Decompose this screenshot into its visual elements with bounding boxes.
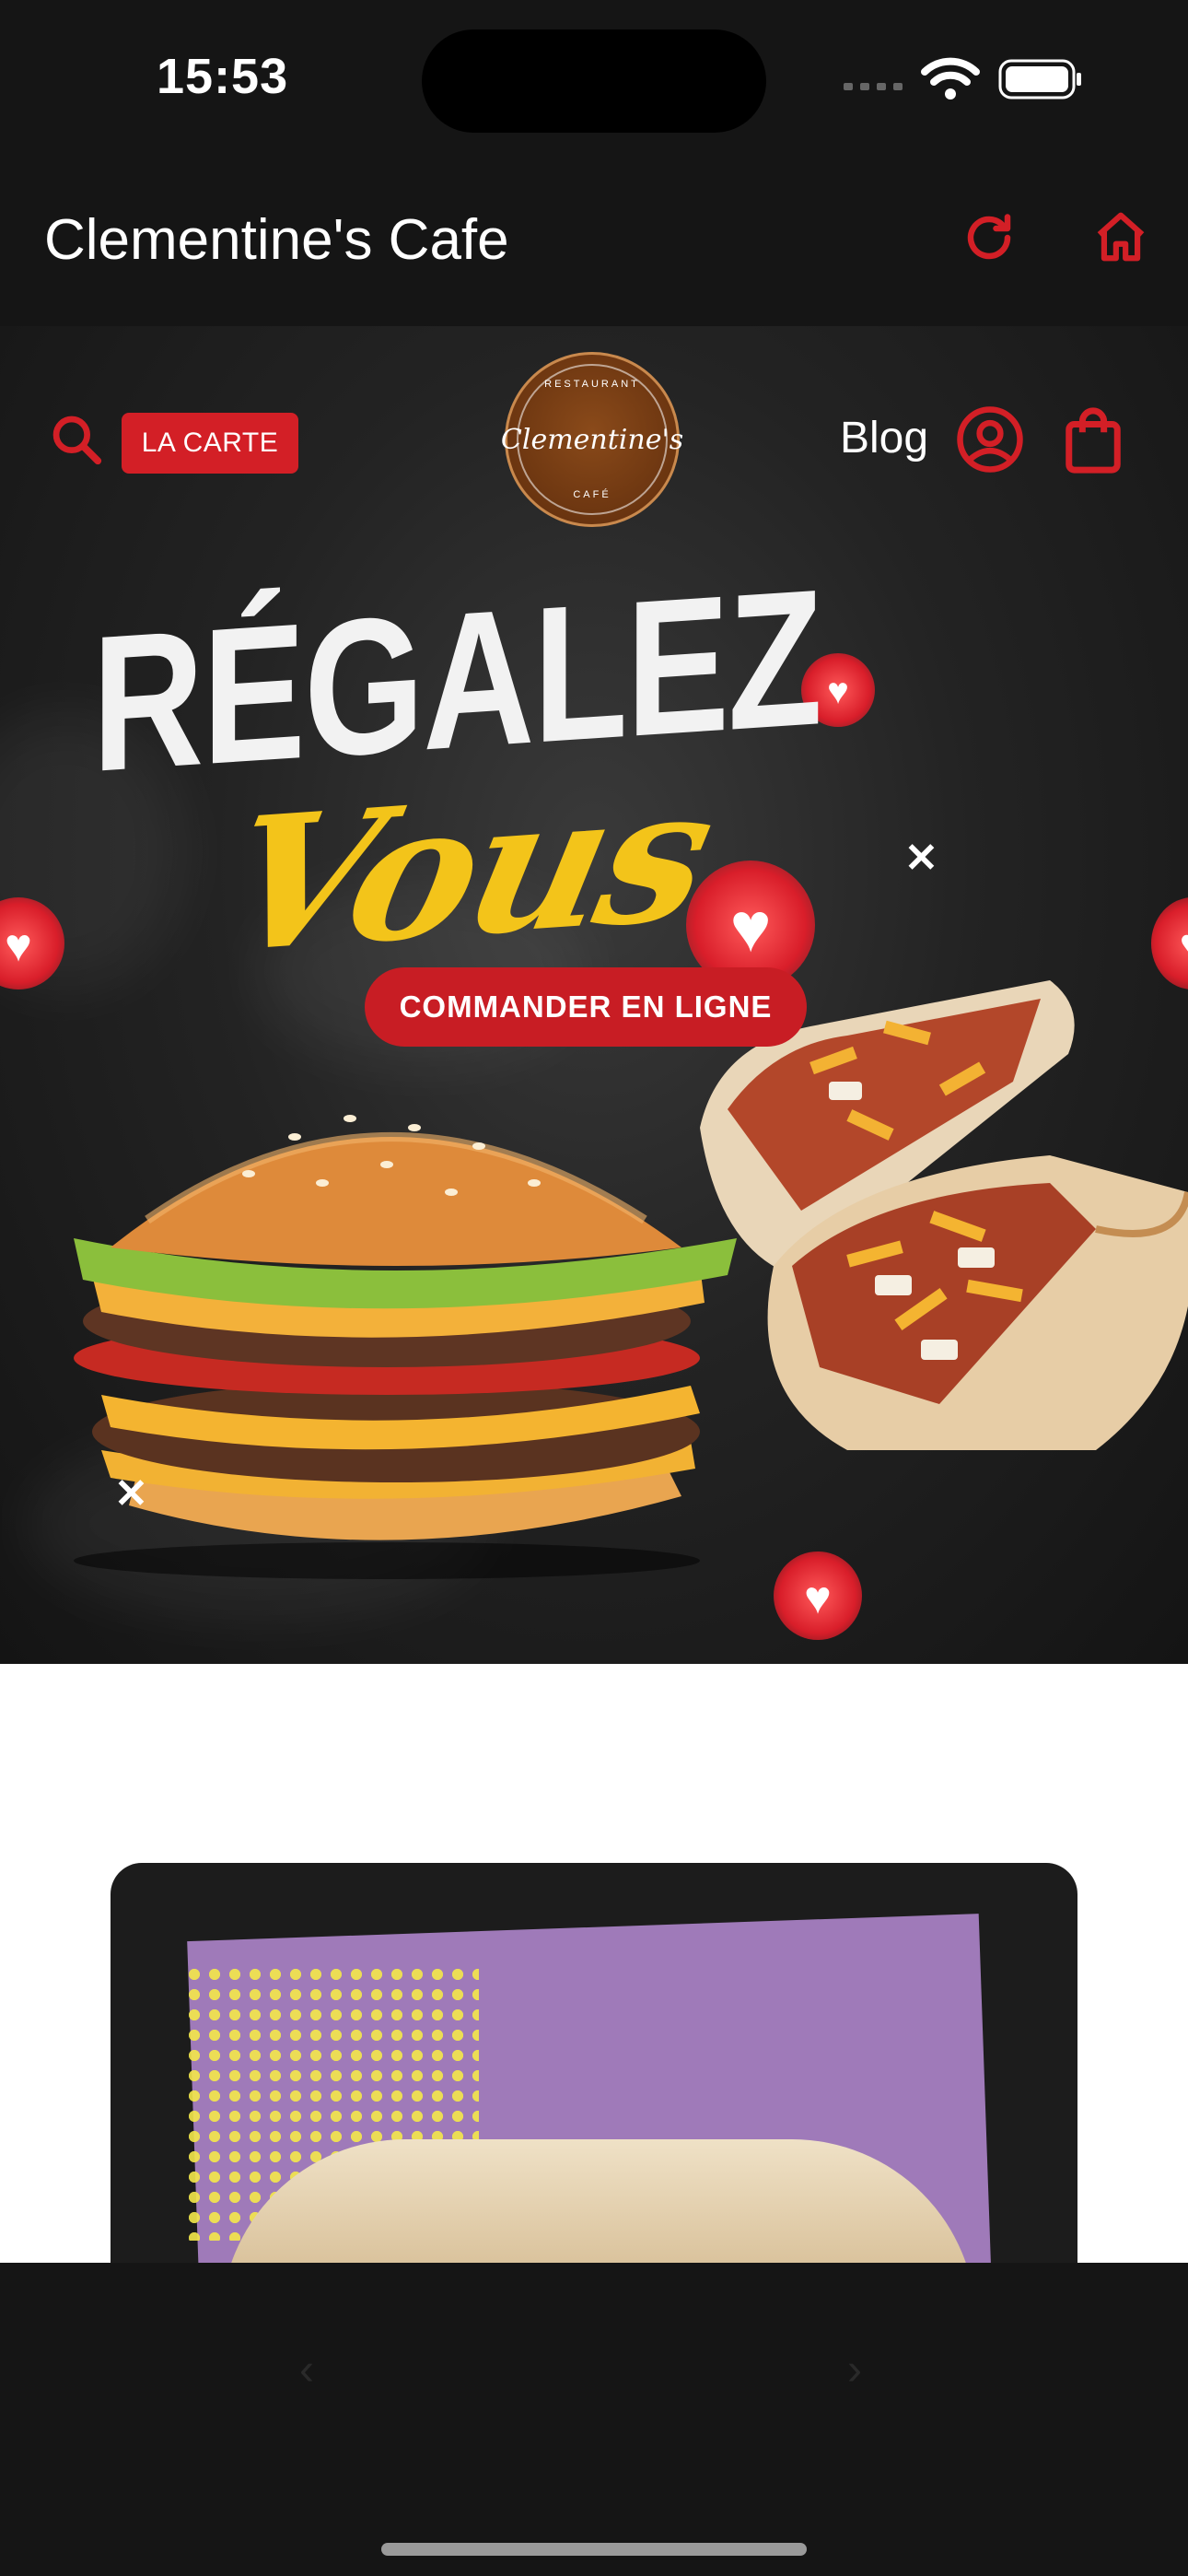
order-online-button[interactable]: COMMANDER EN LIGNE [365, 967, 807, 1047]
hero-subheadline: Vous [208, 745, 727, 995]
logo-bottom-text: CAFÉ [573, 489, 611, 500]
chevron-left-icon[interactable]: ‹ [299, 2345, 314, 2395]
refresh-icon[interactable] [961, 210, 1017, 265]
account-icon[interactable] [954, 404, 1026, 475]
dynamic-island [422, 29, 766, 133]
logo-name: Clementine's [500, 423, 684, 456]
bottom-toolbar [0, 2263, 1188, 2576]
wifi-icon [921, 57, 980, 100]
logo-top-text: RESTAURANT [544, 379, 640, 390]
cellular-signal-icon [844, 83, 903, 90]
sandwich-image [221, 2139, 976, 2263]
home-icon[interactable] [1092, 208, 1149, 265]
promo-card[interactable] [111, 1863, 1077, 2263]
x-mark-decoration: ✕ [904, 836, 938, 881]
restaurant-logo[interactable]: RESTAURANT Clementine's CAFÉ [501, 352, 683, 527]
search-icon[interactable] [48, 411, 105, 468]
chevron-right-icon[interactable]: › [847, 2345, 862, 2395]
status-time: 15:53 [157, 49, 289, 104]
battery-icon [998, 59, 1081, 100]
x-mark-decoration: ✕ [114, 1471, 148, 1516]
wrap-image [700, 980, 1188, 1450]
la-carte-button[interactable]: LA CARTE [122, 413, 298, 474]
app-title: Clementine's Cafe [44, 208, 509, 272]
blog-link[interactable]: Blog [840, 413, 928, 463]
home-indicator[interactable] [381, 2543, 807, 2556]
heart-decoration: ♥ [774, 1551, 862, 1640]
shopping-bag-icon[interactable] [1061, 405, 1125, 475]
